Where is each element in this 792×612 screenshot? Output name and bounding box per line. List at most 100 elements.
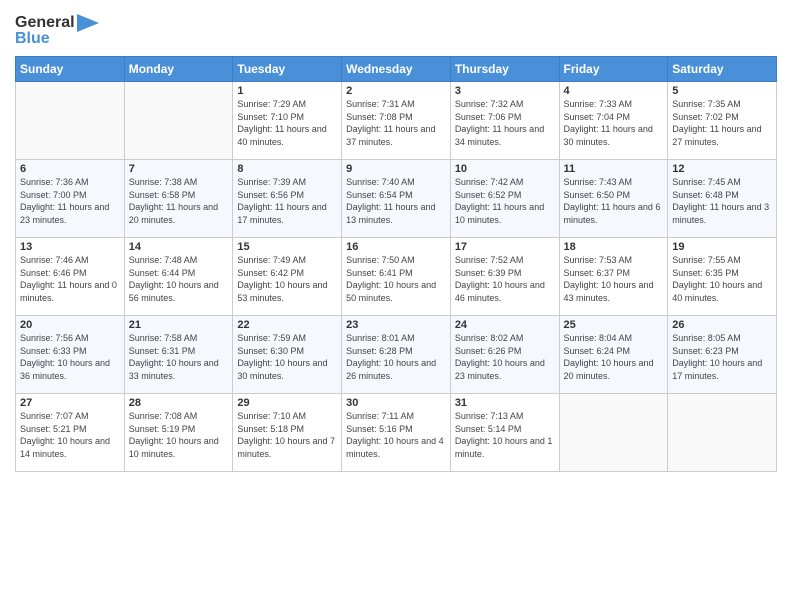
calendar-cell bbox=[559, 394, 668, 472]
calendar-cell: 12Sunrise: 7:45 AMSunset: 6:48 PMDayligh… bbox=[668, 160, 777, 238]
day-number: 30 bbox=[346, 397, 446, 409]
calendar-cell: 26Sunrise: 8:05 AMSunset: 6:23 PMDayligh… bbox=[668, 316, 777, 394]
day-number: 4 bbox=[564, 85, 664, 97]
day-info: Sunrise: 7:32 AMSunset: 7:06 PMDaylight:… bbox=[455, 98, 555, 148]
week-row-5: 27Sunrise: 7:07 AMSunset: 5:21 PMDayligh… bbox=[16, 394, 777, 472]
day-info: Sunrise: 7:39 AMSunset: 6:56 PMDaylight:… bbox=[237, 176, 337, 226]
calendar-cell: 9Sunrise: 7:40 AMSunset: 6:54 PMDaylight… bbox=[342, 160, 451, 238]
day-info: Sunrise: 7:38 AMSunset: 6:58 PMDaylight:… bbox=[129, 176, 229, 226]
day-number: 13 bbox=[20, 241, 120, 253]
day-info: Sunrise: 7:10 AMSunset: 5:18 PMDaylight:… bbox=[237, 410, 337, 460]
day-number: 25 bbox=[564, 319, 664, 331]
day-info: Sunrise: 7:49 AMSunset: 6:42 PMDaylight:… bbox=[237, 254, 337, 304]
day-number: 15 bbox=[237, 241, 337, 253]
logo: General Blue bbox=[15, 10, 99, 48]
day-info: Sunrise: 7:35 AMSunset: 7:02 PMDaylight:… bbox=[672, 98, 772, 148]
calendar-table: SundayMondayTuesdayWednesdayThursdayFrid… bbox=[15, 56, 777, 472]
weekday-header-saturday: Saturday bbox=[668, 57, 777, 82]
calendar-cell: 19Sunrise: 7:55 AMSunset: 6:35 PMDayligh… bbox=[668, 238, 777, 316]
day-number: 17 bbox=[455, 241, 555, 253]
week-row-4: 20Sunrise: 7:56 AMSunset: 6:33 PMDayligh… bbox=[16, 316, 777, 394]
day-number: 31 bbox=[455, 397, 555, 409]
day-info: Sunrise: 7:56 AMSunset: 6:33 PMDaylight:… bbox=[20, 332, 120, 382]
day-number: 23 bbox=[346, 319, 446, 331]
calendar-cell: 20Sunrise: 7:56 AMSunset: 6:33 PMDayligh… bbox=[16, 316, 125, 394]
day-info: Sunrise: 7:08 AMSunset: 5:19 PMDaylight:… bbox=[129, 410, 229, 460]
calendar-cell: 2Sunrise: 7:31 AMSunset: 7:08 PMDaylight… bbox=[342, 82, 451, 160]
calendar-cell: 13Sunrise: 7:46 AMSunset: 6:46 PMDayligh… bbox=[16, 238, 125, 316]
calendar-cell: 8Sunrise: 7:39 AMSunset: 6:56 PMDaylight… bbox=[233, 160, 342, 238]
day-info: Sunrise: 7:11 AMSunset: 5:16 PMDaylight:… bbox=[346, 410, 446, 460]
day-info: Sunrise: 7:45 AMSunset: 6:48 PMDaylight:… bbox=[672, 176, 772, 226]
calendar-cell: 3Sunrise: 7:32 AMSunset: 7:06 PMDaylight… bbox=[450, 82, 559, 160]
weekday-header-thursday: Thursday bbox=[450, 57, 559, 82]
calendar-cell: 15Sunrise: 7:49 AMSunset: 6:42 PMDayligh… bbox=[233, 238, 342, 316]
calendar-cell: 16Sunrise: 7:50 AMSunset: 6:41 PMDayligh… bbox=[342, 238, 451, 316]
calendar-cell: 22Sunrise: 7:59 AMSunset: 6:30 PMDayligh… bbox=[233, 316, 342, 394]
day-info: Sunrise: 7:43 AMSunset: 6:50 PMDaylight:… bbox=[564, 176, 664, 226]
calendar-cell: 28Sunrise: 7:08 AMSunset: 5:19 PMDayligh… bbox=[124, 394, 233, 472]
day-info: Sunrise: 7:13 AMSunset: 5:14 PMDaylight:… bbox=[455, 410, 555, 460]
day-number: 3 bbox=[455, 85, 555, 97]
calendar-cell: 17Sunrise: 7:52 AMSunset: 6:39 PMDayligh… bbox=[450, 238, 559, 316]
calendar-cell: 25Sunrise: 8:04 AMSunset: 6:24 PMDayligh… bbox=[559, 316, 668, 394]
day-number: 29 bbox=[237, 397, 337, 409]
day-info: Sunrise: 8:05 AMSunset: 6:23 PMDaylight:… bbox=[672, 332, 772, 382]
week-row-1: 1Sunrise: 7:29 AMSunset: 7:10 PMDaylight… bbox=[16, 82, 777, 160]
day-info: Sunrise: 7:42 AMSunset: 6:52 PMDaylight:… bbox=[455, 176, 555, 226]
calendar-cell: 30Sunrise: 7:11 AMSunset: 5:16 PMDayligh… bbox=[342, 394, 451, 472]
day-number: 1 bbox=[237, 85, 337, 97]
calendar-cell: 29Sunrise: 7:10 AMSunset: 5:18 PMDayligh… bbox=[233, 394, 342, 472]
day-info: Sunrise: 7:58 AMSunset: 6:31 PMDaylight:… bbox=[129, 332, 229, 382]
weekday-header-friday: Friday bbox=[559, 57, 668, 82]
calendar-cell: 14Sunrise: 7:48 AMSunset: 6:44 PMDayligh… bbox=[124, 238, 233, 316]
calendar-cell: 18Sunrise: 7:53 AMSunset: 6:37 PMDayligh… bbox=[559, 238, 668, 316]
day-number: 16 bbox=[346, 241, 446, 253]
day-info: Sunrise: 7:31 AMSunset: 7:08 PMDaylight:… bbox=[346, 98, 446, 148]
day-info: Sunrise: 7:53 AMSunset: 6:37 PMDaylight:… bbox=[564, 254, 664, 304]
weekday-header-sunday: Sunday bbox=[16, 57, 125, 82]
day-number: 27 bbox=[20, 397, 120, 409]
day-number: 6 bbox=[20, 163, 120, 175]
weekday-header-wednesday: Wednesday bbox=[342, 57, 451, 82]
day-info: Sunrise: 7:50 AMSunset: 6:41 PMDaylight:… bbox=[346, 254, 446, 304]
day-info: Sunrise: 7:59 AMSunset: 6:30 PMDaylight:… bbox=[237, 332, 337, 382]
calendar-cell bbox=[16, 82, 125, 160]
day-number: 5 bbox=[672, 85, 772, 97]
calendar-cell: 6Sunrise: 7:36 AMSunset: 7:00 PMDaylight… bbox=[16, 160, 125, 238]
day-info: Sunrise: 8:04 AMSunset: 6:24 PMDaylight:… bbox=[564, 332, 664, 382]
calendar-cell: 7Sunrise: 7:38 AMSunset: 6:58 PMDaylight… bbox=[124, 160, 233, 238]
calendar-cell: 10Sunrise: 7:42 AMSunset: 6:52 PMDayligh… bbox=[450, 160, 559, 238]
calendar-cell: 5Sunrise: 7:35 AMSunset: 7:02 PMDaylight… bbox=[668, 82, 777, 160]
weekday-header-row: SundayMondayTuesdayWednesdayThursdayFrid… bbox=[16, 57, 777, 82]
day-number: 19 bbox=[672, 241, 772, 253]
day-info: Sunrise: 8:01 AMSunset: 6:28 PMDaylight:… bbox=[346, 332, 446, 382]
calendar-cell: 31Sunrise: 7:13 AMSunset: 5:14 PMDayligh… bbox=[450, 394, 559, 472]
day-number: 12 bbox=[672, 163, 772, 175]
day-number: 28 bbox=[129, 397, 229, 409]
day-number: 2 bbox=[346, 85, 446, 97]
day-info: Sunrise: 7:46 AMSunset: 6:46 PMDaylight:… bbox=[20, 254, 120, 304]
weekday-header-monday: Monday bbox=[124, 57, 233, 82]
day-number: 18 bbox=[564, 241, 664, 253]
logo-arrow-icon bbox=[77, 14, 99, 32]
day-info: Sunrise: 7:29 AMSunset: 7:10 PMDaylight:… bbox=[237, 98, 337, 148]
day-number: 14 bbox=[129, 241, 229, 253]
day-number: 10 bbox=[455, 163, 555, 175]
day-info: Sunrise: 7:36 AMSunset: 7:00 PMDaylight:… bbox=[20, 176, 120, 226]
day-number: 20 bbox=[20, 319, 120, 331]
day-number: 7 bbox=[129, 163, 229, 175]
day-info: Sunrise: 7:52 AMSunset: 6:39 PMDaylight:… bbox=[455, 254, 555, 304]
day-number: 22 bbox=[237, 319, 337, 331]
day-info: Sunrise: 8:02 AMSunset: 6:26 PMDaylight:… bbox=[455, 332, 555, 382]
calendar-cell bbox=[124, 82, 233, 160]
week-row-2: 6Sunrise: 7:36 AMSunset: 7:00 PMDaylight… bbox=[16, 160, 777, 238]
day-number: 8 bbox=[237, 163, 337, 175]
day-info: Sunrise: 7:55 AMSunset: 6:35 PMDaylight:… bbox=[672, 254, 772, 304]
day-number: 9 bbox=[346, 163, 446, 175]
weekday-header-tuesday: Tuesday bbox=[233, 57, 342, 82]
calendar-cell: 1Sunrise: 7:29 AMSunset: 7:10 PMDaylight… bbox=[233, 82, 342, 160]
logo-blue: Blue bbox=[15, 30, 50, 48]
calendar-cell: 21Sunrise: 7:58 AMSunset: 6:31 PMDayligh… bbox=[124, 316, 233, 394]
header: General Blue bbox=[15, 10, 777, 48]
